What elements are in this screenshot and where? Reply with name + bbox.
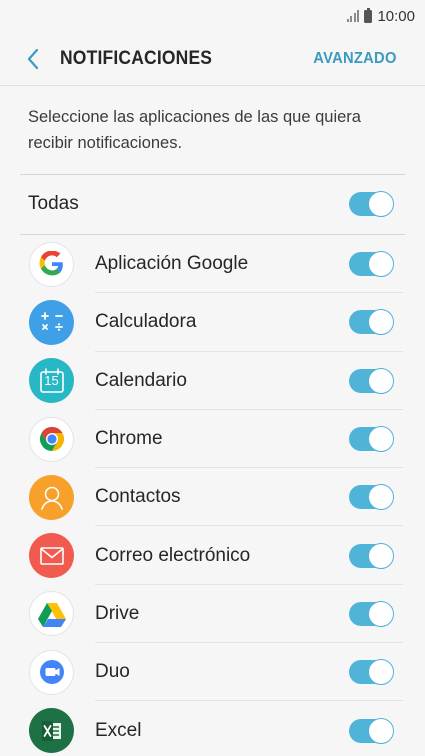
drive-icon [29, 591, 74, 637]
all-apps-toggle[interactable] [349, 191, 394, 217]
app-name: Aplicación Google [95, 253, 249, 275]
description-text: Seleccione las aplicaciones de las que q… [28, 108, 361, 152]
back-button[interactable] [6, 32, 60, 86]
app-name: Correo electrónico [95, 544, 251, 566]
google-icon [29, 241, 74, 287]
status-bar: 10:00 [0, 0, 425, 32]
app-name: Contactos [95, 486, 181, 508]
battery-icon [364, 7, 373, 23]
all-apps-label: Todas [28, 193, 79, 214]
toggle-email[interactable] [349, 542, 394, 569]
excel-icon [29, 708, 74, 754]
all-apps-row[interactable]: Todas [0, 175, 425, 233]
toggle-excel[interactable] [349, 717, 394, 744]
calculator-icon [29, 299, 74, 345]
toggle-contacts[interactable] [349, 484, 394, 511]
status-time: 10:00 [377, 7, 415, 25]
calendar-icon: 15 [29, 358, 74, 404]
app-row-email[interactable]: Correo electrónico [0, 526, 425, 586]
toggle-calculator[interactable] [349, 309, 394, 336]
app-row-excel[interactable]: Excel [0, 701, 425, 756]
app-name: Drive [95, 602, 140, 624]
app-name: Calendario [95, 369, 187, 391]
app-row-google[interactable]: Aplicación Google [0, 235, 425, 294]
app-list: Aplicación Google Calculadora 15 Calenda… [0, 235, 425, 756]
toggle-chrome[interactable] [349, 426, 394, 453]
header-divider [0, 85, 425, 86]
advanced-button[interactable]: AVANZADO [314, 32, 397, 86]
app-name: Excel [95, 719, 142, 741]
app-row-calendar[interactable]: 15 Calendario [0, 352, 425, 411]
calendar-date: 15 [44, 373, 59, 389]
duo-icon [29, 649, 74, 695]
app-row-contacts[interactable]: Contactos [0, 468, 425, 527]
contacts-icon [29, 474, 74, 520]
app-row-drive[interactable]: Drive [0, 585, 425, 644]
app-row-calculator[interactable]: Calculadora [0, 293, 425, 352]
app-name: Calculadora [95, 311, 197, 333]
toggle-drive[interactable] [349, 600, 394, 627]
toggle-google[interactable] [349, 251, 394, 278]
app-row-chrome[interactable]: Chrome [0, 410, 425, 469]
app-row-duo[interactable]: Duo [0, 643, 425, 702]
chrome-icon [29, 416, 74, 462]
app-name: Duo [95, 661, 130, 683]
email-icon [29, 533, 74, 579]
back-arrow-icon [27, 48, 39, 70]
page-title: NOTIFICACIONES [60, 48, 213, 69]
app-bar: NOTIFICACIONES AVANZADO [0, 32, 425, 86]
app-name: Chrome [95, 428, 163, 450]
signal-icon [346, 10, 360, 22]
toggle-calendar[interactable] [349, 367, 394, 394]
toggle-duo[interactable] [349, 659, 394, 686]
